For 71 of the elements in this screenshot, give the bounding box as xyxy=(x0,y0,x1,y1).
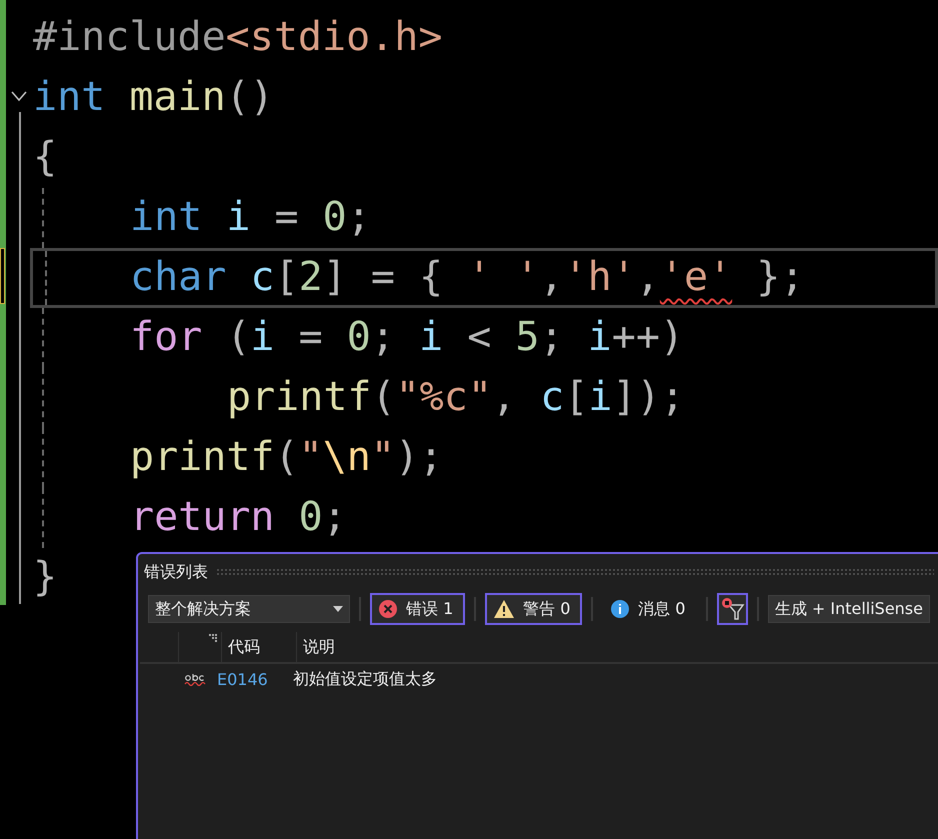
code-token: { xyxy=(33,134,58,180)
code-token: = xyxy=(298,314,324,360)
code-token: ( xyxy=(372,374,396,420)
code-token: 0 xyxy=(346,314,371,360)
code-token: ( xyxy=(226,314,250,360)
code-token: < xyxy=(466,314,492,360)
code-token: , xyxy=(539,254,564,300)
filter-toggle-button[interactable] xyxy=(717,593,748,625)
code-token: i xyxy=(226,194,250,240)
code-token-error: 'e' xyxy=(660,254,732,300)
code-token: 0 xyxy=(298,494,323,540)
info-icon xyxy=(610,599,630,619)
error-filter-button[interactable]: 错误 1 xyxy=(370,593,466,625)
code-token: c xyxy=(250,254,275,300)
warning-filter-button[interactable]: 警告 0 xyxy=(485,593,582,625)
scope-dropdown[interactable]: 整个解决方案 xyxy=(148,595,350,623)
panel-title: 错误列表 xyxy=(144,562,208,582)
code-token: i xyxy=(588,314,612,360)
code-token: \n xyxy=(322,434,371,480)
code-token: return xyxy=(130,494,276,540)
code-token: ] = { xyxy=(322,254,444,300)
info-filter-button[interactable]: 消息 0 xyxy=(602,593,698,625)
code-token: "%c" xyxy=(396,374,492,420)
code-token: printf xyxy=(227,374,372,420)
code-token: 0 xyxy=(322,194,347,240)
code-token: int xyxy=(33,74,106,120)
caret-icon xyxy=(333,606,344,612)
code-token: ; xyxy=(346,194,371,240)
code-token: ++) xyxy=(612,314,684,360)
code-token: 5 xyxy=(515,314,540,360)
code-token: = xyxy=(274,194,300,240)
error-code-link[interactable]: E0146 xyxy=(211,670,285,688)
code-token: 'h' xyxy=(564,254,636,300)
code-token: c xyxy=(540,374,564,420)
error-description: 初始值设定项值太多 xyxy=(292,668,437,690)
code-token: ); xyxy=(394,434,444,480)
code-token: i xyxy=(588,374,612,420)
code-token: 2 xyxy=(298,254,323,300)
column-header[interactable]: 代码 xyxy=(228,636,260,658)
code-token: #include xyxy=(33,14,226,60)
warning-icon xyxy=(493,599,516,619)
code-token: [ xyxy=(564,374,588,420)
chevron-down-icon[interactable] xyxy=(10,90,28,102)
code-token: [ xyxy=(274,254,299,300)
column-header[interactable]: 说明 xyxy=(303,636,335,658)
code-token: char xyxy=(130,254,228,300)
spelling-error-icon xyxy=(184,672,206,686)
code-token: ; xyxy=(322,494,347,540)
code-token: ' ' xyxy=(467,254,540,300)
code-token: i xyxy=(419,314,444,360)
code-token: <stdio.h> xyxy=(226,14,442,60)
code-token: }; xyxy=(755,254,804,300)
code-token: printf xyxy=(130,434,274,480)
code-token: () xyxy=(226,74,274,120)
code-token: , xyxy=(636,254,660,300)
source-dropdown[interactable]: 生成 + IntelliSense xyxy=(768,595,930,623)
code-token: ; xyxy=(539,314,565,360)
code-token: i xyxy=(250,314,275,360)
error-icon xyxy=(378,599,398,619)
code-token: int xyxy=(130,194,204,240)
code-token: " xyxy=(298,434,323,480)
code-token: } xyxy=(33,554,58,600)
code-token: ( xyxy=(274,434,299,480)
code-token: main xyxy=(129,74,226,120)
sort-icon xyxy=(209,634,217,642)
filter-icon xyxy=(720,597,745,621)
code-token: ]); xyxy=(612,374,685,420)
code-token: ; xyxy=(370,314,396,360)
code-token: for xyxy=(130,314,204,360)
code-token: , xyxy=(492,374,518,420)
code-token: " xyxy=(370,434,395,480)
